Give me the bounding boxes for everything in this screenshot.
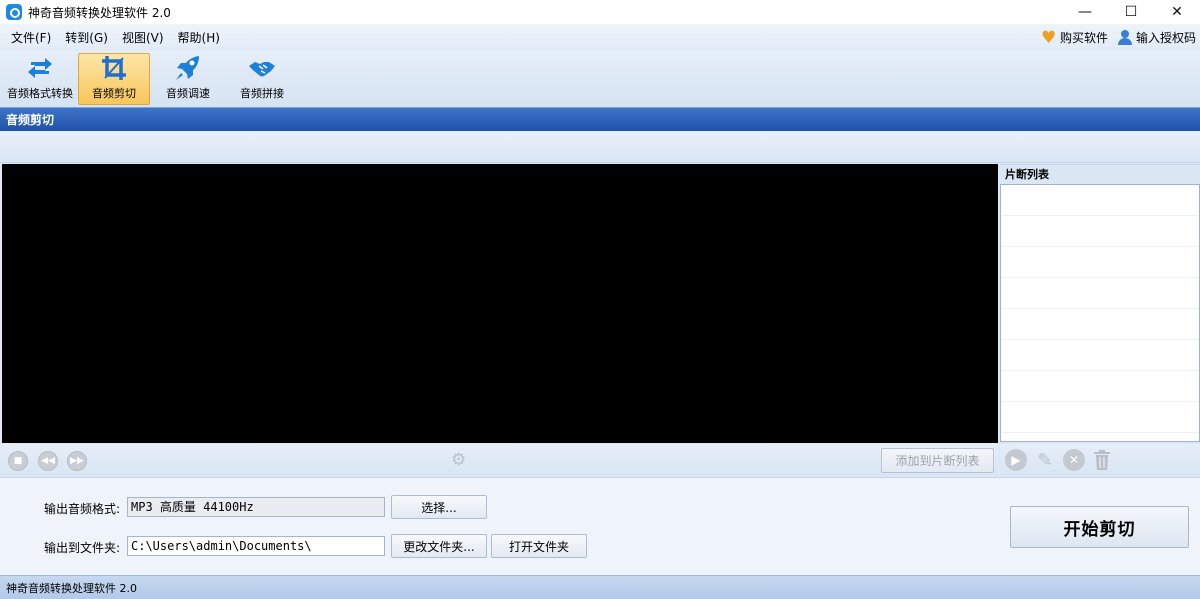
list-item[interactable] <box>1001 185 1199 216</box>
enter-license-label: 输入授权码 <box>1135 31 1196 45</box>
menu-help[interactable]: 帮助(H) <box>171 29 227 46</box>
list-item[interactable] <box>1001 340 1199 371</box>
play-clip-button[interactable]: ▶ <box>1005 449 1027 471</box>
app-logo-icon <box>6 4 22 20</box>
trash-icon <box>1094 450 1110 470</box>
forward-icon: ▶▶ <box>70 456 84 466</box>
tool-audio-speed[interactable]: 音频调速 <box>152 53 224 105</box>
maximize-button[interactable]: ☐ <box>1108 0 1154 24</box>
forward-button[interactable]: ▶▶ <box>67 451 87 471</box>
menu-right-actions: 购买软件 输入授权码 <box>1031 24 1196 51</box>
crop-icon <box>99 54 129 82</box>
tool-audio-join[interactable]: 音频拼接 <box>226 53 298 105</box>
minimize-button[interactable]: — <box>1062 0 1108 24</box>
convert-icon <box>25 54 55 82</box>
tool-audio-speed-label: 音频调速 <box>166 87 210 100</box>
list-item[interactable] <box>1001 216 1199 247</box>
output-format-label: 输出音频格式: <box>44 502 121 516</box>
list-item[interactable] <box>1001 247 1199 278</box>
menu-file[interactable]: 文件(F) <box>4 29 58 46</box>
output-format-field: MP3 高质量 44100Hz <box>127 497 385 517</box>
list-item[interactable] <box>1001 402 1199 433</box>
list-item[interactable] <box>1001 309 1199 340</box>
user-icon <box>1117 30 1132 45</box>
rewind-button[interactable]: ◀◀ <box>38 451 58 471</box>
heart-icon <box>1041 28 1057 48</box>
menu-view[interactable]: 视图(V) <box>115 29 171 46</box>
status-bar: 神奇音频转换处理软件 2.0 <box>0 575 1200 599</box>
window-controls: — ☐ ✕ <box>1062 0 1200 24</box>
close-icon: ✕ <box>1068 453 1080 467</box>
clip-list-title: 片断列表 <box>1000 164 1200 184</box>
add-to-clip-list-button[interactable]: 添加到片断列表 <box>881 448 994 473</box>
toolbar: 音频格式转换 音频剪切 音频调速 音频拼接 <box>0 51 1200 107</box>
window-title: 神奇音频转换处理软件 2.0 <box>28 5 171 20</box>
waveform-display[interactable] <box>2 164 998 443</box>
open-folder-button[interactable]: 打开文件夹 <box>491 534 587 558</box>
options-strip <box>0 131 1200 163</box>
change-folder-button[interactable]: 更改文件夹... <box>391 534 487 558</box>
buy-software-link[interactable]: 购买软件 <box>1041 28 1108 48</box>
list-item[interactable] <box>1001 278 1199 309</box>
clip-list-panel: 片断列表 <box>1000 164 1200 444</box>
play-icon: ▶ <box>1011 453 1021 467</box>
pencil-icon: ✎ <box>1037 449 1053 471</box>
clip-list-tools: ▶ ✎ ✕ <box>1000 444 1200 476</box>
start-cut-button[interactable]: 开始剪切 <box>1010 506 1189 548</box>
list-item[interactable] <box>1001 371 1199 402</box>
rocket-icon <box>173 54 203 82</box>
menu-goto[interactable]: 转到(G) <box>58 29 115 46</box>
edit-clip-button[interactable]: ✎ <box>1034 449 1056 471</box>
close-button[interactable]: ✕ <box>1154 0 1200 24</box>
title-bar: 神奇音频转换处理软件 2.0 — ☐ ✕ <box>0 0 1200 24</box>
tool-audio-join-label: 音频拼接 <box>240 87 284 100</box>
menu-bar: 文件(F) 转到(G) 视图(V) 帮助(H) 购买软件 输入授权码 <box>0 24 1200 51</box>
stop-button[interactable]: ■ <box>8 451 28 471</box>
output-settings: 输出音频格式: MP3 高质量 44100Hz 选择... 输出到文件夹: C:… <box>0 477 1200 575</box>
output-folder-input[interactable]: C:\Users\admin\Documents\ <box>127 536 385 556</box>
tool-audio-cut-label: 音频剪切 <box>92 87 136 100</box>
gear-icon[interactable]: ⚙ <box>451 450 466 470</box>
tool-audio-cut[interactable]: 音频剪切 <box>78 53 150 105</box>
select-format-button[interactable]: 选择... <box>391 495 487 519</box>
playback-controls: ■ ◀◀ ▶▶ ⚙ 添加到片断列表 <box>0 444 998 476</box>
remove-clip-button[interactable]: ✕ <box>1063 449 1085 471</box>
rewind-icon: ◀◀ <box>41 456 55 466</box>
clear-clips-button[interactable] <box>1091 449 1113 471</box>
buy-software-label: 购买软件 <box>1059 31 1108 45</box>
stop-icon: ■ <box>13 456 23 466</box>
enter-license-link[interactable]: 输入授权码 <box>1117 29 1196 46</box>
clip-list[interactable] <box>1000 184 1200 442</box>
output-folder-label: 输出到文件夹: <box>44 541 121 555</box>
tool-format-convert-label: 音频格式转换 <box>7 87 73 100</box>
section-header: 音频剪切 <box>0 107 1200 131</box>
handshake-icon <box>247 54 277 82</box>
tool-format-convert[interactable]: 音频格式转换 <box>4 53 76 105</box>
